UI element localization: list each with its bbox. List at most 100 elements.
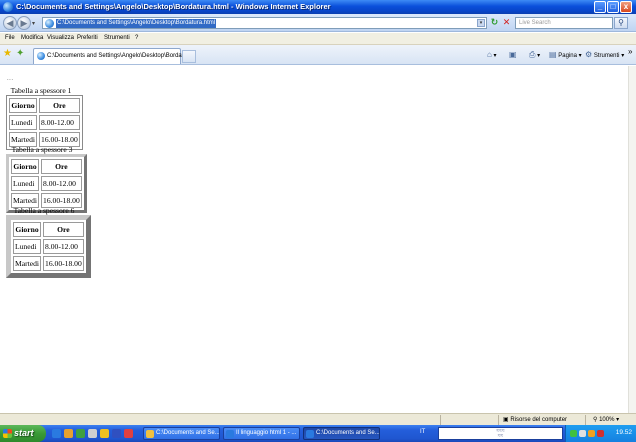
task-bordatura[interactable]: C:\Documents and Se... (303, 427, 380, 440)
page-dots: ... (7, 76, 14, 82)
table-thickness-3: Giorno Ore Lunedi 8.00-12.00 Martedi 16.… (6, 154, 87, 213)
tray-icon[interactable] (597, 430, 604, 437)
clock[interactable]: 19.52 (616, 429, 632, 436)
computer-icon: ▣ (503, 417, 509, 423)
task-html-tutorial[interactable]: Il linguaggio html 1 - ... (223, 427, 300, 440)
folder-quicklaunch-icon[interactable] (64, 429, 73, 438)
menu-bar: File Modifica Visualizza Preferiti Strum… (0, 33, 636, 45)
ie-quicklaunch-icon[interactable] (52, 429, 61, 438)
page-menu-button[interactable]: ▤ Pagina ▾ (549, 50, 582, 59)
home-icon: ⌂ (487, 50, 492, 59)
zoom-icon: ⚲ (593, 417, 598, 423)
folder-icon (146, 430, 154, 438)
status-bar: ▣ Risorse del computer ⚲ 100% ▾ (0, 413, 636, 425)
table-caption: Tabella a spessore 3 (11, 145, 73, 154)
tab-label: C:\Documents and Settings\Angelo\Desktop… (47, 53, 194, 59)
menu-visualizza[interactable]: Visualizza (47, 35, 74, 41)
page-icon (37, 52, 45, 60)
gear-icon: ⚙ (585, 50, 593, 59)
page-content: ... Tabella a spessore 1 Giorno Ore Lune… (0, 66, 628, 413)
task-explorer-window[interactable]: C:\Documents and Se... (143, 427, 220, 440)
menu-preferiti[interactable]: Preferiti (77, 35, 98, 41)
start-button[interactable]: start (0, 425, 46, 442)
maximize-button[interactable]: □ (607, 1, 619, 13)
word-quicklaunch-icon[interactable] (112, 429, 121, 438)
feeds-icon: ▣ (509, 50, 517, 59)
page-icon: ▤ (549, 50, 557, 59)
table-block-3: Tabella a spessore 3 Giorno Ore Lunedi 8… (6, 145, 87, 213)
tray-icon[interactable] (588, 430, 595, 437)
windows-logo-icon (3, 429, 12, 438)
table-header-row: Giorno Ore (13, 222, 84, 237)
ie-icon (306, 430, 314, 438)
header-cell: Ore (39, 98, 80, 113)
media-quicklaunch-icon[interactable] (100, 429, 109, 438)
tray-icon[interactable] (570, 430, 577, 437)
header-cell: Giorno (11, 159, 40, 174)
taskbar-toolbar-band[interactable]: ≈≈≈ ≈≈ (438, 427, 563, 440)
status-divider (585, 415, 586, 425)
table-block-6: Tabella a spessore 6 Giorno Ore Lunedi 8… (6, 206, 91, 278)
taskbar: start C:\Documents and Se... Il linguagg… (0, 425, 636, 442)
window-title: C:\Documents and Settings\Angelo\Desktop… (16, 2, 331, 11)
favorites-star-icon[interactable]: ★ (3, 49, 12, 59)
desktop-quicklaunch-icon[interactable] (88, 429, 97, 438)
tray-icon[interactable] (579, 430, 586, 437)
menu-strumenti[interactable]: Strumenti (104, 35, 130, 41)
table-caption: Tabella a spessore 6 (13, 206, 75, 215)
stop-button[interactable]: ✕ (501, 17, 512, 28)
table-cell: 8.00-12.00 (39, 115, 80, 130)
header-cell: Ore (43, 222, 84, 237)
title-bar: C:\Documents and Settings\Angelo\Desktop… (0, 0, 636, 14)
header-cell: Giorno (9, 98, 38, 113)
menu-help[interactable]: ? (135, 35, 138, 41)
address-url[interactable]: C:\Documents and Settings\Angelo\Desktop… (56, 19, 217, 28)
stop-icon: ✕ (502, 17, 511, 27)
menu-modifica[interactable]: Modifica (21, 35, 43, 41)
feeds-button[interactable]: ▣ (509, 50, 517, 59)
tab-bordatura[interactable]: C:\Documents and Settings\Angelo\Desktop… (33, 48, 193, 64)
table-header-row: Giorno Ore (11, 159, 82, 174)
search-input[interactable]: Live Search (515, 17, 613, 29)
status-divider (440, 415, 441, 425)
more-toolbar-button[interactable]: » (628, 47, 632, 56)
tools-menu-button[interactable]: ⚙ Strumenti ▾ (585, 50, 624, 59)
address-toolbar: ◀ ▶ ▾ C:\Documents and Settings\Angelo\D… (0, 14, 636, 32)
address-dropdown-button[interactable]: ▾ (477, 19, 485, 27)
home-button[interactable]: ⌂ ▾ (487, 50, 497, 59)
language-indicator[interactable]: IT (420, 429, 425, 435)
security-zone[interactable]: ▣ Risorse del computer (503, 416, 567, 423)
table-cell: Lunedi (13, 239, 42, 254)
table-cell: 16.00-18.00 (43, 256, 84, 271)
zoom-level[interactable]: ⚲ 100% ▾ (593, 416, 619, 423)
search-button[interactable]: ⚲ (614, 17, 628, 29)
table-cell: Lunedi (11, 176, 40, 191)
table-row: Martedi 16.00-18.00 (13, 256, 84, 271)
new-tab-button[interactable] (182, 50, 196, 63)
table-row: Lunedi 8.00-12.00 (13, 239, 84, 254)
address-field[interactable]: C:\Documents and Settings\Angelo\Desktop… (42, 17, 487, 29)
forward-button[interactable]: ▶ (17, 16, 31, 30)
app2-quicklaunch-icon[interactable] (124, 429, 133, 438)
table-thickness-6: Giorno Ore Lunedi 8.00-12.00 Martedi 16.… (6, 215, 91, 278)
system-tray: 19.52 (565, 425, 636, 442)
minimize-button[interactable]: _ (594, 1, 606, 13)
close-button[interactable]: x (620, 1, 632, 13)
refresh-button[interactable]: ↻ (489, 17, 500, 28)
search-icon: ⚲ (618, 18, 624, 27)
tab-toolbar: ★ ✦ C:\Documents and Settings\Angelo\Des… (0, 45, 636, 65)
table-block-1: Tabella a spessore 1 Giorno Ore Lunedi 8… (6, 86, 83, 150)
add-favorites-icon[interactable]: ✦ (16, 49, 24, 59)
app-quicklaunch-icon[interactable] (76, 429, 85, 438)
print-button[interactable]: ⎙ ▾ (529, 50, 540, 60)
header-cell: Ore (41, 159, 82, 174)
table-thickness-1: Giorno Ore Lunedi 8.00-12.00 Martedi 16.… (6, 95, 83, 150)
recent-pages-dropdown[interactable]: ▾ (32, 20, 35, 27)
table-cell: 8.00-12.00 (41, 176, 82, 191)
table-row: Lunedi 8.00-12.00 (11, 176, 82, 191)
vertical-scrollbar[interactable] (628, 66, 636, 413)
back-button[interactable]: ◀ (3, 16, 17, 30)
table-cell: Martedi (13, 256, 42, 271)
menu-file[interactable]: File (5, 35, 15, 41)
table-header-row: Giorno Ore (9, 98, 80, 113)
